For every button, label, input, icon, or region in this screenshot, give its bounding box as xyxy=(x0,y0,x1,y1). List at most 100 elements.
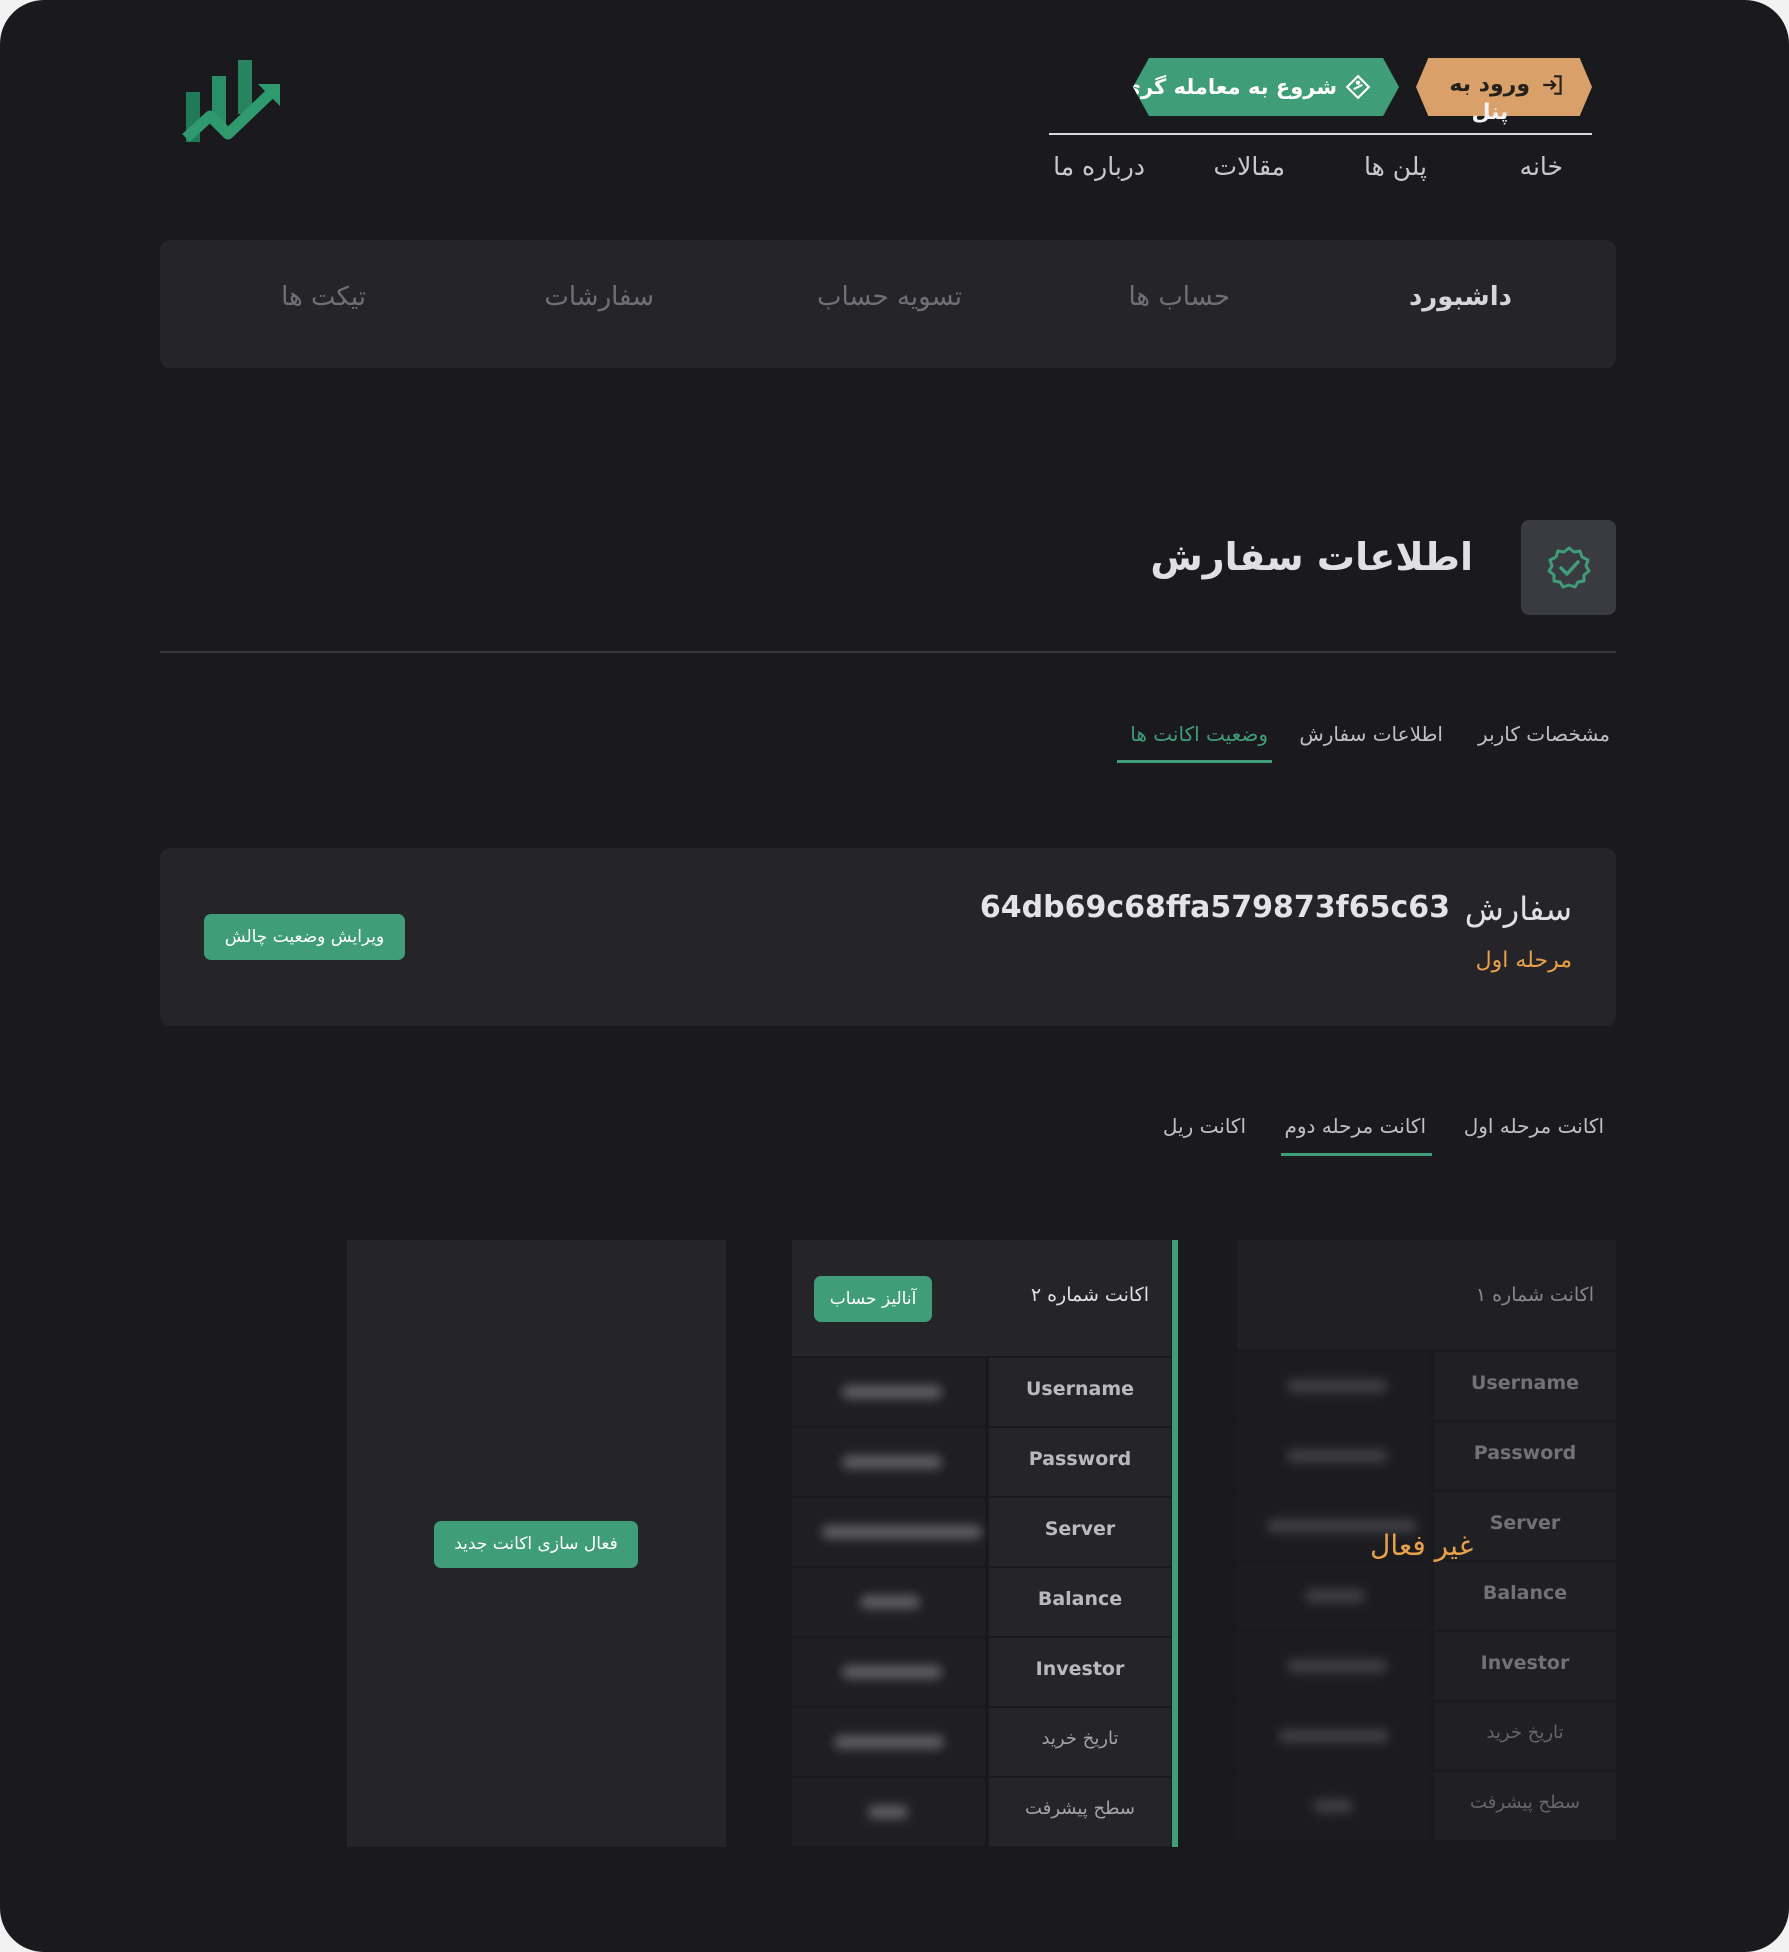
purchase-date-label-cell: تاریخ خرید xyxy=(989,1708,1171,1776)
investor-label: Investor xyxy=(1480,1652,1570,1674)
purchase-date-label: تاریخ خرید xyxy=(1486,1722,1564,1743)
username-label-cell: Username xyxy=(1434,1352,1616,1420)
activate-new-account-button[interactable]: فعال سازی اکانت جدید xyxy=(434,1521,638,1568)
account-1-row-purchase-date: تاریخ خرید xyxy=(1237,1702,1616,1770)
tab-accounts-status[interactable]: وضعیت اکانت ها xyxy=(1130,722,1268,746)
progress-level-label-cell: سطح پیشرفت xyxy=(989,1778,1171,1846)
investor-label-cell: Investor xyxy=(989,1638,1171,1706)
username-value-masked xyxy=(842,1385,942,1399)
progress-level-label: سطح پیشرفت xyxy=(1025,1798,1135,1819)
nav-about[interactable]: درباره ما xyxy=(1053,152,1145,181)
header-divider xyxy=(1049,133,1592,135)
nav-articles[interactable]: مقالات xyxy=(1214,152,1285,181)
account-1-row-balance: Balance xyxy=(1237,1562,1616,1630)
purchase-date-value-cell xyxy=(1237,1702,1430,1770)
brand-logo[interactable] xyxy=(180,58,284,148)
username-label: Username xyxy=(1470,1372,1580,1394)
password-value-cell xyxy=(792,1428,985,1496)
page-title: اطلاعات سفارش xyxy=(1150,535,1473,579)
account-2-row-server: Server xyxy=(792,1498,1171,1566)
investor-value-cell xyxy=(1237,1632,1430,1700)
investor-label-cell: Investor xyxy=(1434,1632,1616,1700)
tab-phase2-account[interactable]: اکانت مرحله دوم xyxy=(1285,1114,1427,1138)
dashboard-tab-bar: داشبورد حساب ها تسویه حساب سفارشات تیکت … xyxy=(160,240,1616,368)
nav-plans[interactable]: پلن ها xyxy=(1364,152,1427,181)
new-account-panel: فعال سازی اکانت جدید xyxy=(347,1240,726,1847)
password-label-cell: Password xyxy=(989,1428,1171,1496)
account-2-row-password: Password xyxy=(792,1428,1171,1496)
balance-value-cell xyxy=(792,1568,985,1636)
account-1-header: اکانت شماره ۱ xyxy=(1237,1240,1616,1350)
progress-level-value-cell xyxy=(792,1778,985,1846)
order-card: سفارش 64db69c68ffa579873f65c63 مرحله اول… xyxy=(160,848,1616,1026)
progress-level-label-cell: سطح پیشرفت xyxy=(1434,1772,1616,1840)
start-trading-button[interactable]: شروع به معامله گری xyxy=(1133,58,1399,116)
progress-level-value-masked xyxy=(1313,1799,1353,1813)
progress-level-value-cell xyxy=(1237,1772,1430,1840)
analyze-account-button[interactable]: آنالیز حساب xyxy=(814,1276,932,1322)
investor-value-masked xyxy=(1287,1659,1387,1673)
server-label: Server xyxy=(1044,1518,1116,1540)
app-frame: ورود به پنل شروع به معامله گری خانه پلن … xyxy=(0,0,1789,1952)
tab-order-info[interactable]: اطلاعات سفارش xyxy=(1299,722,1443,746)
dashboard-tab-dashboard[interactable]: داشبورد xyxy=(1409,282,1512,312)
password-label: Password xyxy=(1473,1442,1577,1464)
verified-badge-box xyxy=(1521,520,1616,615)
purchase-date-value-masked xyxy=(834,1735,944,1749)
verified-badge-icon xyxy=(1547,546,1591,589)
tab-active-indicator xyxy=(1117,760,1272,763)
purchase-date-value-cell xyxy=(792,1708,985,1776)
purchase-date-label-cell: تاریخ خرید xyxy=(1434,1702,1616,1770)
tab-real-account[interactable]: اکانت ریل xyxy=(1163,1114,1246,1138)
username-value-cell xyxy=(1237,1352,1430,1420)
order-stage: مرحله اول xyxy=(1475,948,1572,973)
balance-value-cell xyxy=(1237,1562,1430,1630)
username-value-cell xyxy=(792,1358,985,1426)
edit-challenge-status-button[interactable]: ویرایش وضعیت چالش xyxy=(204,914,405,960)
investor-label: Investor xyxy=(1035,1658,1125,1680)
username-label: Username xyxy=(1025,1378,1135,1400)
account-2-row-investor: Investor xyxy=(792,1638,1171,1706)
order-label: سفارش xyxy=(1464,890,1572,928)
tab-user-details[interactable]: مشخصات کاربر xyxy=(1478,722,1610,746)
account-2-panel: اکانت شماره ۲ آنالیز حساب Username Passw… xyxy=(792,1240,1171,1847)
account-2-row-balance: Balance xyxy=(792,1568,1171,1636)
dashboard-tab-orders[interactable]: سفارشات xyxy=(544,282,654,312)
balance-value-masked xyxy=(860,1595,920,1609)
nav-home[interactable]: خانه xyxy=(1520,152,1563,181)
account-2-row-purchase-date: تاریخ خرید xyxy=(792,1708,1171,1776)
dashboard-tab-accounts[interactable]: حساب ها xyxy=(1128,282,1230,312)
dashboard-tab-tickets[interactable]: تیکت ها xyxy=(281,282,366,312)
balance-label: Balance xyxy=(1482,1582,1568,1604)
balance-label-cell: Balance xyxy=(989,1568,1171,1636)
server-value-masked xyxy=(822,1525,982,1539)
start-trading-label: شروع به معامله گری xyxy=(1121,75,1337,99)
balance-label-cell: Balance xyxy=(1434,1562,1616,1630)
title-divider xyxy=(160,651,1616,653)
password-label-cell: Password xyxy=(1434,1422,1616,1490)
account-tab-active-indicator xyxy=(1281,1153,1432,1156)
account-1-row-username: Username xyxy=(1237,1352,1616,1420)
account-2-header: اکانت شماره ۲ آنالیز حساب xyxy=(792,1240,1171,1356)
account-2-row-username: Username xyxy=(792,1358,1171,1426)
progress-level-label: سطح پیشرفت xyxy=(1470,1792,1580,1813)
balance-value-masked xyxy=(1305,1589,1365,1603)
investor-value-masked xyxy=(842,1665,942,1679)
password-value-cell xyxy=(1237,1422,1430,1490)
balance-label: Balance xyxy=(1037,1588,1123,1610)
purchase-date-label: تاریخ خرید xyxy=(1041,1728,1119,1749)
password-value-masked xyxy=(1287,1449,1387,1463)
dashboard-tab-settlement[interactable]: تسویه حساب xyxy=(817,282,962,312)
tag-icon xyxy=(1345,74,1371,100)
account-2-title: اکانت شماره ۲ xyxy=(1030,1284,1149,1306)
username-value-masked xyxy=(1287,1379,1387,1393)
login-button-label-overflow: پنل xyxy=(1471,100,1509,125)
account-1-row-progress-level: سطح پیشرفت xyxy=(1237,1772,1616,1840)
tab-phase1-account[interactable]: اکانت مرحله اول xyxy=(1464,1114,1604,1138)
password-label: Password xyxy=(1028,1448,1132,1470)
login-button-label: ورود به xyxy=(1449,72,1530,97)
purchase-date-value-masked xyxy=(1279,1729,1389,1743)
account-1-title: اکانت شماره ۱ xyxy=(1475,1284,1594,1306)
server-value-cell xyxy=(792,1498,985,1566)
login-icon xyxy=(1543,75,1562,95)
